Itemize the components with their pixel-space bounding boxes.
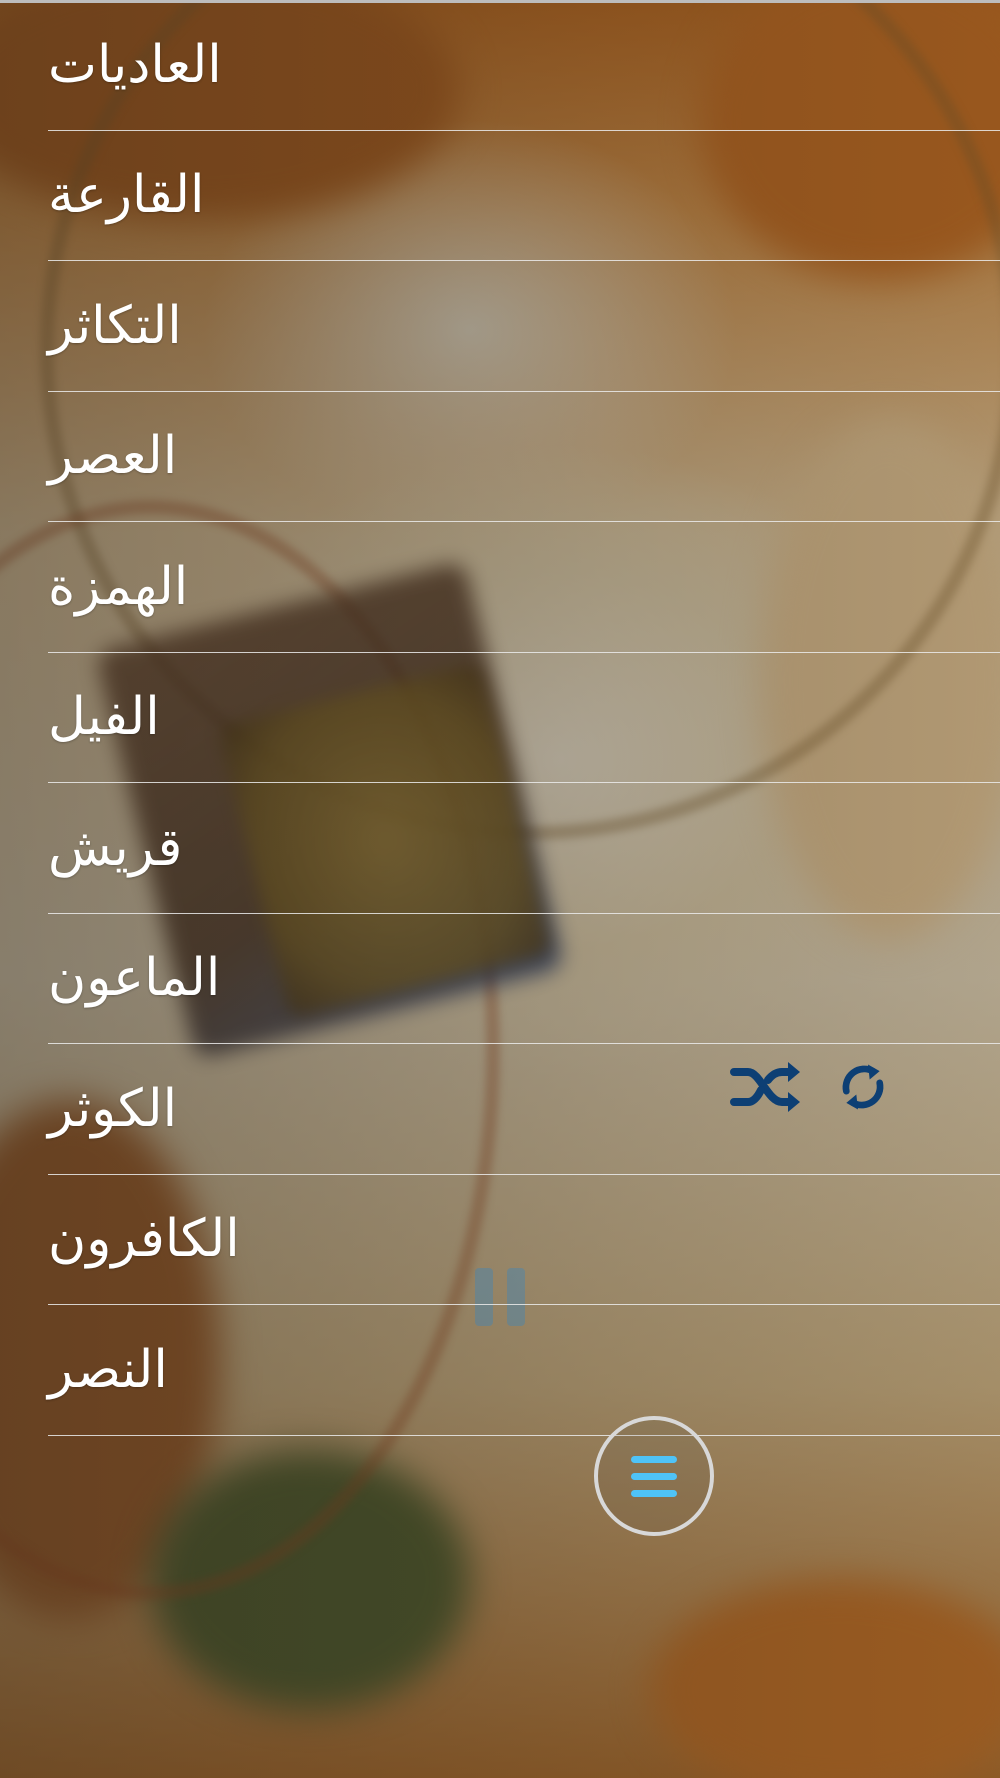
list-item[interactable]: القارعة xyxy=(48,131,1000,261)
list-item[interactable]: الهمزة xyxy=(48,522,1000,653)
surah-name: قريش xyxy=(48,817,183,878)
surah-name: القارعة xyxy=(48,165,205,226)
list-item[interactable]: قريش xyxy=(48,783,1000,914)
surah-name: العصر xyxy=(48,426,178,487)
list-item[interactable]: الكوثر xyxy=(48,1044,1000,1175)
surah-name: الماعون xyxy=(48,948,221,1009)
surah-name: الكوثر xyxy=(48,1078,178,1139)
hamburger-menu-icon xyxy=(631,1455,677,1463)
list-item[interactable]: الفيل xyxy=(48,653,1000,783)
menu-button[interactable] xyxy=(594,1416,714,1536)
surah-name: الكافرون xyxy=(48,1209,240,1270)
list-item[interactable]: العاديات xyxy=(48,0,1000,131)
list-item[interactable]: الكافرون xyxy=(48,1175,1000,1305)
list-item[interactable]: الماعون xyxy=(48,914,1000,1044)
hamburger-menu-icon-bar xyxy=(631,1489,677,1497)
surah-name: الفيل xyxy=(48,687,160,748)
surah-name: العاديات xyxy=(48,34,222,95)
surah-name: الهمزة xyxy=(48,556,189,617)
list-item[interactable]: التكاثر xyxy=(48,261,1000,392)
list-item[interactable]: النصر xyxy=(48,1305,1000,1436)
surah-name: النصر xyxy=(48,1339,168,1400)
surah-list: العاديات القارعة التكاثر العصر الهمزة ال… xyxy=(48,0,1000,1436)
surah-name: التكاثر xyxy=(48,295,182,356)
hamburger-menu-icon-bar xyxy=(631,1472,677,1480)
list-item[interactable]: العصر xyxy=(48,392,1000,522)
